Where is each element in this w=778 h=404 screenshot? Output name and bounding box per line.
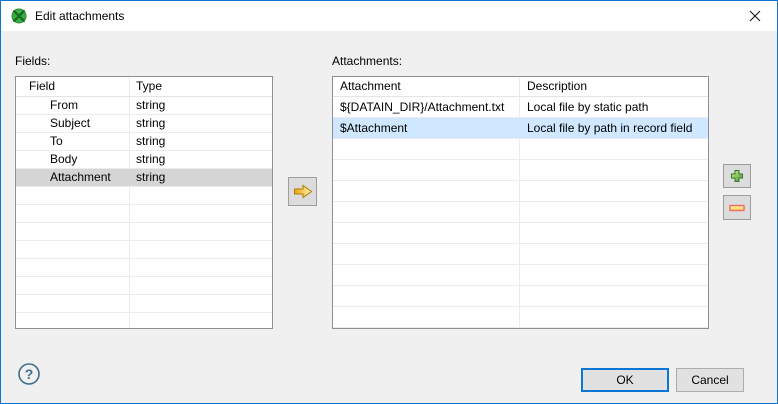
field-name: From — [16, 97, 130, 114]
empty-row — [16, 187, 272, 205]
ok-button[interactable]: OK — [581, 368, 669, 392]
move-field-to-attachments-button[interactable] — [288, 177, 317, 206]
field-row-from[interactable]: From string — [16, 97, 272, 115]
attachment-description: Local file by path in record field — [527, 121, 693, 135]
cancel-button[interactable]: Cancel — [676, 368, 744, 392]
empty-row — [16, 205, 272, 223]
field-type: string — [136, 98, 166, 112]
add-attachment-button[interactable] — [723, 164, 751, 188]
empty-row — [333, 181, 708, 202]
empty-row — [333, 160, 708, 181]
empty-row — [16, 313, 272, 328]
field-row-subject[interactable]: Subject string — [16, 115, 272, 133]
field-type: string — [136, 170, 166, 184]
field-name: Attachment — [50, 170, 111, 184]
attachment-description: Local file by static path — [527, 100, 649, 114]
empty-row — [16, 259, 272, 277]
attachments-table: Attachment Description ${DATAIN_DIR}/Att… — [332, 76, 709, 329]
close-icon — [749, 10, 760, 22]
svg-text:?: ? — [24, 366, 33, 382]
fields-table: Field Type From string Subject string To… — [15, 76, 273, 329]
attachment-value: $Attachment — [340, 121, 408, 135]
attachments-table-header: Attachment Description — [333, 77, 708, 97]
field-type: string — [136, 116, 166, 130]
fields-table-header: Field Type — [16, 77, 272, 97]
close-button[interactable] — [732, 1, 777, 31]
attachment-row-record-field-selected[interactable]: $Attachment Local file by path in record… — [333, 118, 708, 139]
column-header-attachment[interactable]: Attachment — [333, 77, 520, 96]
field-row-attachment-selected[interactable]: Attachment string — [16, 169, 272, 187]
titlebar: Edit attachments — [1, 1, 777, 31]
empty-row — [333, 265, 708, 286]
column-header-type[interactable]: Type — [130, 77, 272, 96]
field-type: string — [136, 152, 166, 166]
empty-row — [16, 241, 272, 259]
question-mark-icon: ? — [17, 362, 40, 385]
empty-row — [333, 139, 708, 160]
field-type: string — [136, 134, 166, 148]
field-row-body[interactable]: Body string — [16, 151, 272, 169]
attachment-row-static-path[interactable]: ${DATAIN_DIR}/Attachment.txt Local file … — [333, 97, 708, 118]
arrow-right-icon — [293, 184, 312, 199]
window-title: Edit attachments — [35, 9, 125, 23]
column-header-description[interactable]: Description — [520, 77, 708, 96]
help-button[interactable]: ? — [16, 361, 41, 386]
field-name: To — [16, 133, 130, 150]
field-name: Subject — [16, 115, 130, 132]
empty-row — [333, 286, 708, 307]
app-icon — [11, 8, 27, 24]
empty-row — [333, 223, 708, 244]
remove-attachment-button[interactable] — [723, 195, 751, 220]
field-name: Body — [16, 151, 130, 168]
fields-label: Fields: — [15, 54, 51, 68]
empty-row — [16, 277, 272, 295]
edit-attachments-dialog: Edit attachments Fields: Attachments: Fi… — [0, 0, 778, 404]
attachment-value: ${DATAIN_DIR}/Attachment.txt — [333, 97, 520, 117]
minus-icon — [729, 204, 745, 211]
empty-row — [16, 295, 272, 313]
empty-row — [333, 202, 708, 223]
empty-row — [333, 244, 708, 265]
empty-row — [333, 307, 708, 328]
field-row-to[interactable]: To string — [16, 133, 272, 151]
column-header-field[interactable]: Field — [16, 77, 130, 96]
empty-row — [16, 223, 272, 241]
plus-icon — [731, 170, 743, 182]
attachments-label: Attachments: — [332, 54, 403, 68]
